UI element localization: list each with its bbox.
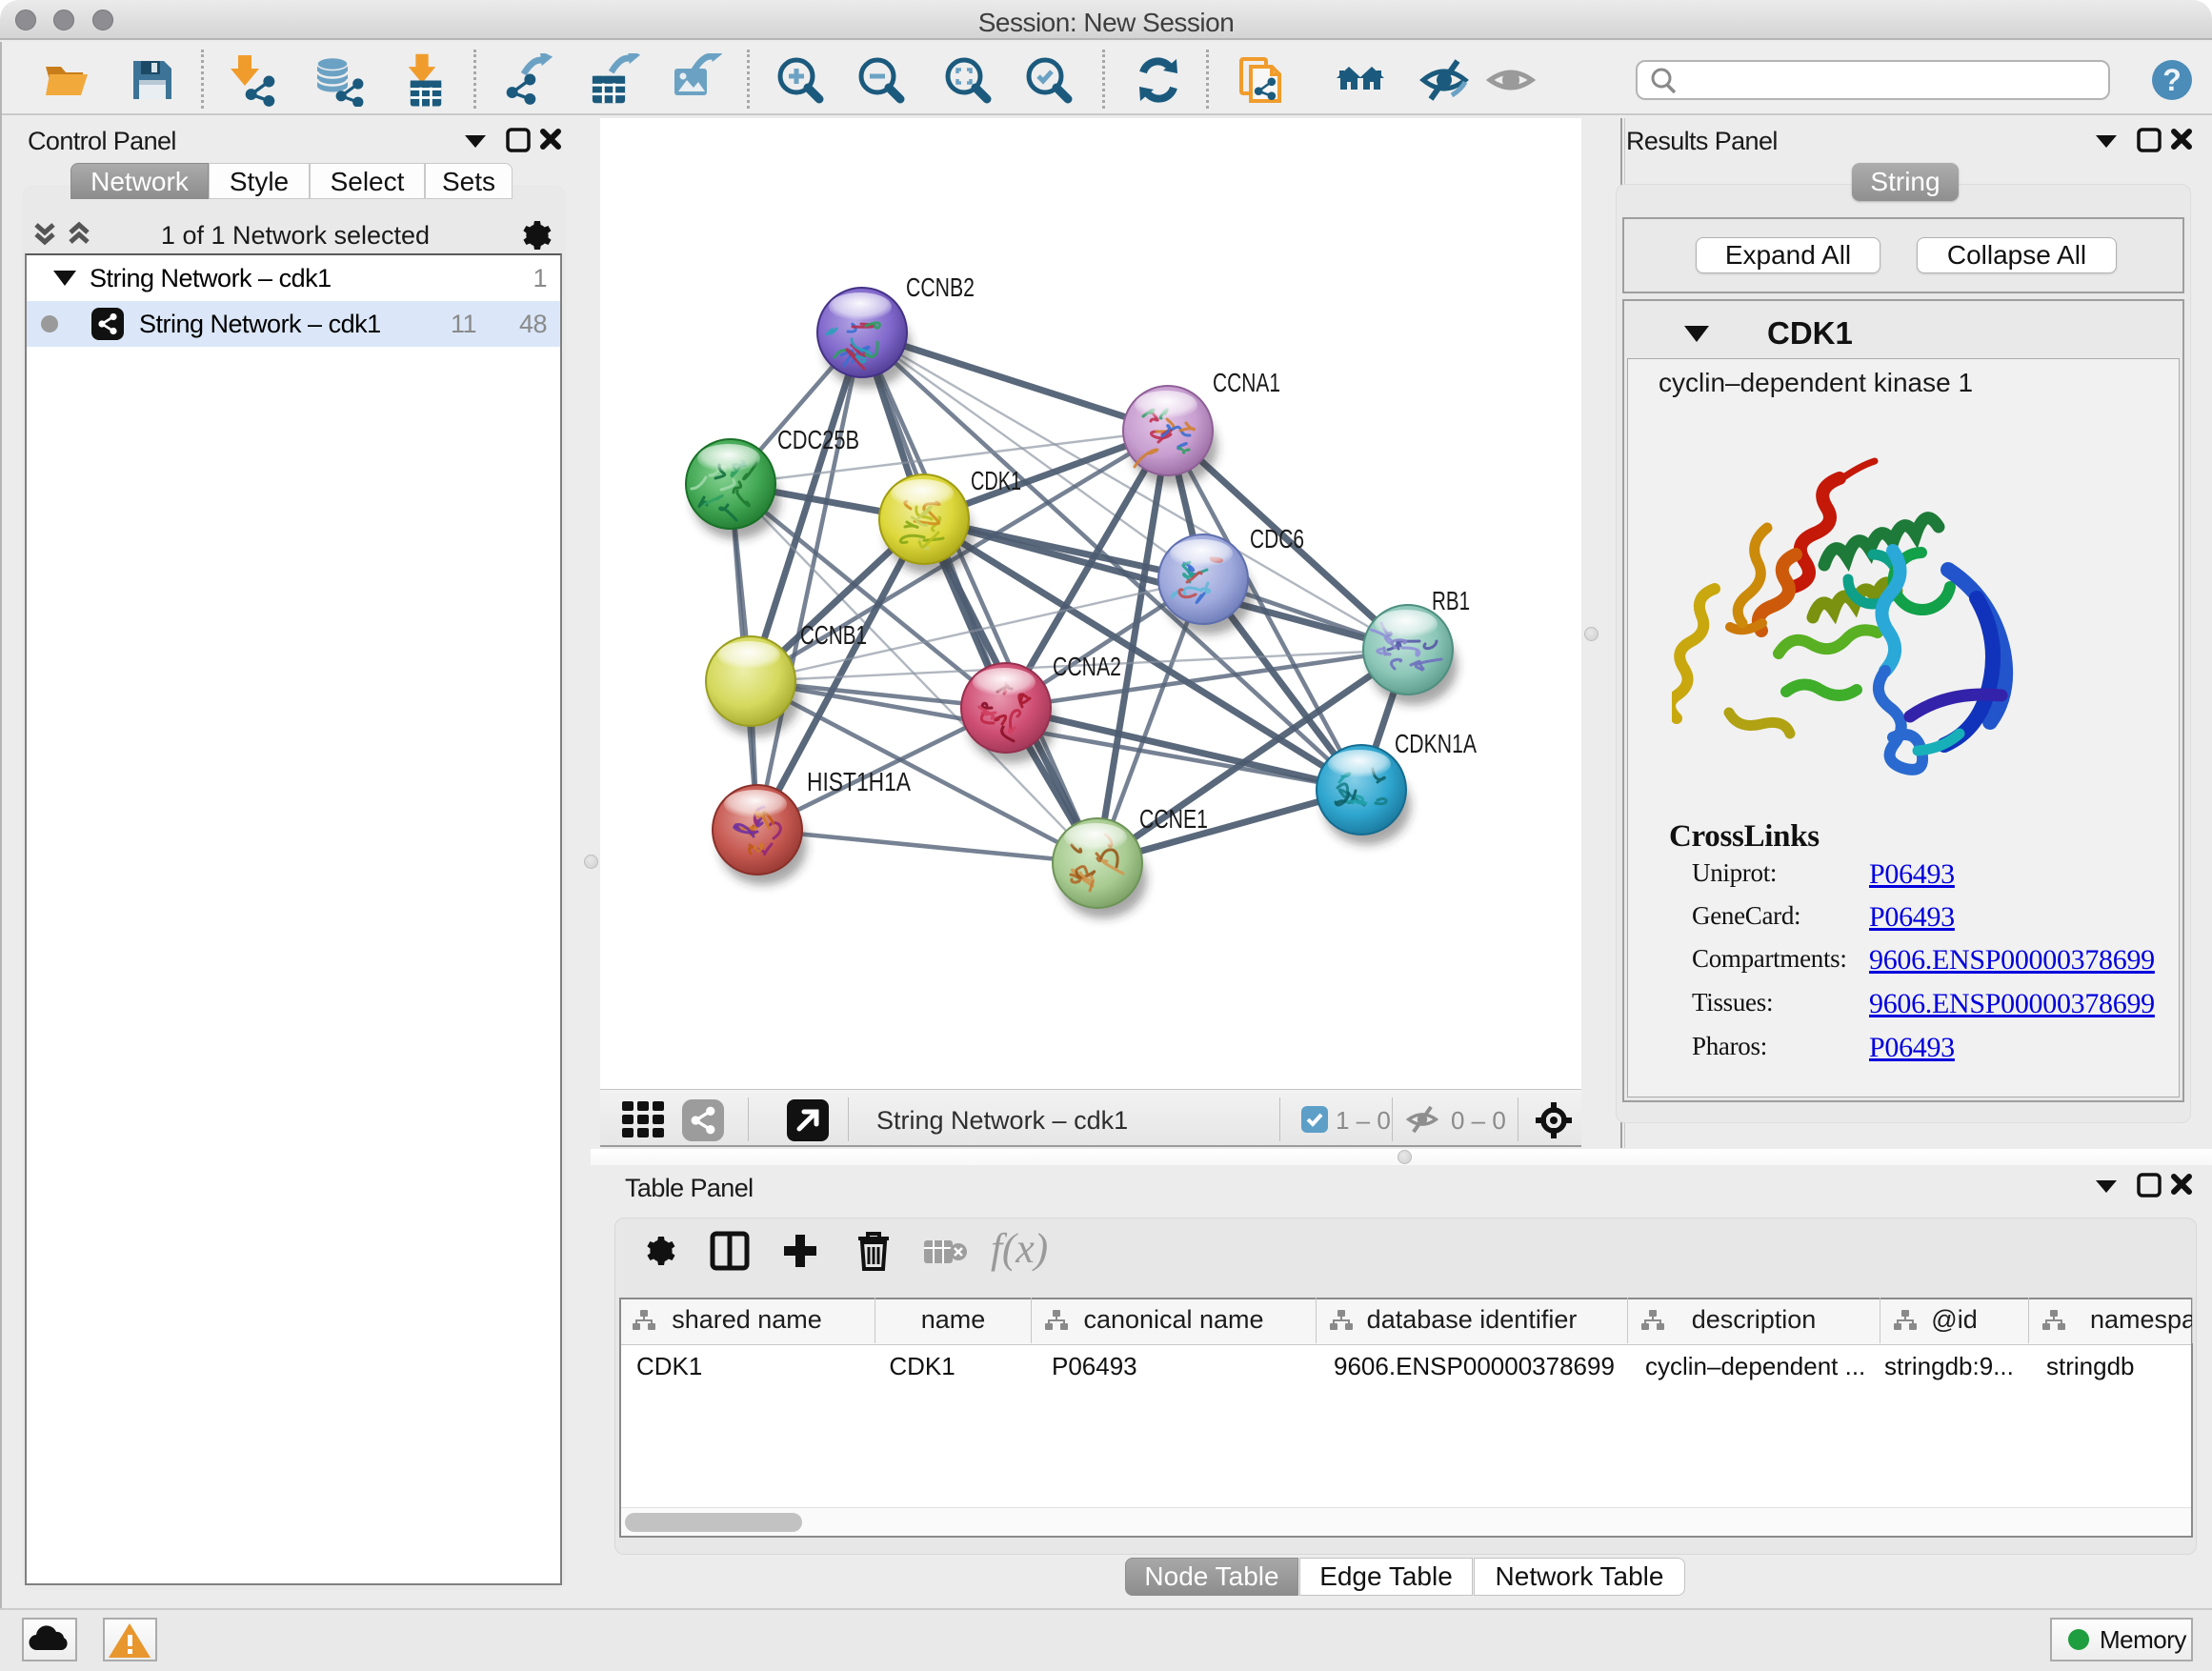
svg-text:CDK1: CDK1 xyxy=(971,466,1021,495)
svg-text:CDC25B: CDC25B xyxy=(777,425,859,454)
svg-text:CCNA2: CCNA2 xyxy=(1053,652,1121,681)
svg-text:CCNE1: CCNE1 xyxy=(1139,804,1208,834)
svg-text:CDC6: CDC6 xyxy=(1250,524,1304,554)
svg-text:CCNB1: CCNB1 xyxy=(800,620,867,650)
svg-text:CDKN1A: CDKN1A xyxy=(1395,729,1477,758)
svg-text:CCNA1: CCNA1 xyxy=(1213,368,1280,397)
svg-text:HIST1H1A: HIST1H1A xyxy=(807,767,911,796)
svg-text:CCNB2: CCNB2 xyxy=(906,272,975,302)
svg-text:?: ? xyxy=(2162,63,2182,97)
svg-text:RB1: RB1 xyxy=(1432,586,1470,615)
